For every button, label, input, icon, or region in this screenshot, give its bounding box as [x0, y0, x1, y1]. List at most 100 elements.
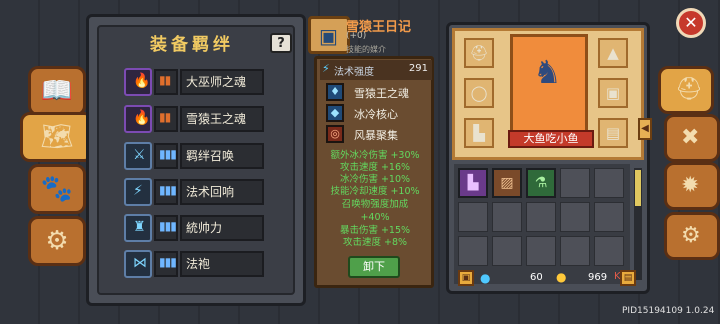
inventory-scrollbar[interactable]	[634, 168, 642, 280]
help-button[interactable]: ?	[270, 33, 292, 53]
bond-count: ▮▮▮	[159, 255, 177, 269]
map-icon: 🗺	[40, 122, 74, 152]
staff-icon: ⚔	[133, 147, 146, 163]
tab-vehicle[interactable]: ⚙	[28, 216, 86, 266]
wheel-icon: ⚙	[45, 226, 69, 256]
build-id: PID15194109 1.0.24	[622, 306, 715, 316]
book-icon: 📖	[40, 76, 74, 106]
robe-icon: ⋈	[133, 255, 147, 271]
bonus-line: 召唤物强度加成	[341, 199, 409, 210]
bond-label: 法术回响	[180, 179, 264, 205]
gem-icon: ●	[480, 271, 491, 285]
totem-icon: ♜	[133, 219, 146, 235]
bonus-line: 技能冷却速度 +10%	[330, 186, 420, 197]
bond-row[interactable]: ⋈ ▮▮▮ 法袍	[124, 250, 264, 278]
effect-label: 风暴聚集	[354, 129, 398, 142]
tab-settings[interactable]: ⚙	[664, 212, 720, 260]
diary-icon: ▣	[319, 24, 338, 48]
unequip-button[interactable]: 卸下	[348, 256, 400, 278]
helmet-tab-icon: ⛑	[675, 77, 703, 102]
inventory-item[interactable]: ⚗	[526, 168, 556, 198]
scroll-thumb[interactable]	[635, 170, 641, 206]
bond-label: 法袍	[180, 251, 264, 277]
slot-book[interactable]: ▤	[598, 118, 628, 148]
bond-label: 統帅力	[180, 215, 264, 241]
paw-icon: 🐾	[40, 174, 74, 204]
bonus-line: 暴击伤害 +15%	[339, 225, 411, 236]
tab-forge[interactable]: ✖	[664, 114, 720, 162]
crystal-icon: ◆	[326, 104, 344, 122]
inventory-item[interactable]: ▙	[458, 168, 488, 198]
gear-tab-icon: ✹	[681, 173, 700, 198]
effect-label: 雪猿王之魂	[354, 87, 409, 100]
stat-value: 291	[408, 63, 428, 74]
bond-label: 大巫师之魂	[180, 69, 264, 95]
green-potion-icon: ⚗	[534, 175, 548, 191]
slot-helmet[interactable]: ⛑	[464, 38, 494, 68]
armor-icon: ▣	[605, 84, 621, 102]
item-subtitle: 技能的媒介	[346, 45, 386, 54]
tab-equipment-bonds[interactable]: 🗺	[20, 112, 94, 162]
vortex-icon: ◎	[326, 125, 344, 143]
lock-button[interactable]: ▣	[458, 270, 474, 286]
tab-equipment[interactable]: ⛑	[658, 66, 714, 114]
bond-count: ▮▮	[159, 73, 171, 87]
bonus-line: 攻击速度 +16%	[339, 162, 411, 173]
bond-count: ▮▮▮	[159, 219, 177, 233]
bond-count: ▮▮	[159, 110, 171, 124]
bond-count: ▮▮▮	[159, 183, 177, 197]
stat-label: 法术强度	[334, 67, 374, 78]
wand-icon: ⚡	[133, 183, 143, 199]
bond-row[interactable]: 🔥 ▮▮ 大巫师之魂	[124, 68, 264, 96]
bond-row[interactable]: ♜ ▮▮▮ 統帅力	[124, 214, 264, 242]
crossed-tools-icon: ✖	[681, 125, 700, 150]
item-effect: ◎ 风暴聚集	[326, 124, 434, 146]
wand-stat-icon: ⚡	[322, 62, 330, 75]
wizard-hat-icon: ▲	[607, 44, 619, 62]
slot-hat[interactable]: ▲	[598, 38, 628, 68]
bond-count: ▮▮▮	[159, 147, 177, 161]
character-name: 大鱼吃小鱼	[508, 130, 594, 148]
trash-button[interactable]: ▤	[620, 270, 636, 286]
coin-icon: ●	[556, 270, 567, 284]
slot-boots[interactable]: ▙	[464, 118, 494, 148]
effect-label: 冰冷核心	[354, 108, 398, 121]
helmet-icon: ⛑	[469, 44, 489, 62]
tab-codex[interactable]: 📖	[28, 66, 86, 116]
bonus-line: 冰冷伤害 +10%	[339, 174, 411, 185]
coin-count: 969	[588, 272, 608, 283]
close-button[interactable]: ✕	[676, 8, 706, 38]
tab-talents[interactable]: ✹	[664, 162, 720, 210]
bonus-line: +40%	[360, 212, 390, 223]
expand-arrow[interactable]: ◀	[638, 118, 652, 140]
bond-row[interactable]: ⚔ ▮▮▮ 羁绊召唤	[124, 142, 264, 170]
gem-count: 60	[530, 272, 543, 283]
bonus-line: 额外冰冷伤害 +30%	[330, 150, 420, 161]
tab-pets[interactable]: 🐾	[28, 164, 86, 214]
bond-label: 雪猿王之魂	[180, 106, 264, 132]
boots-icon: ▙	[473, 124, 485, 142]
bond-row[interactable]: ⚡ ▮▮▮ 法术回响	[124, 178, 264, 206]
settings-icon: ⚙	[681, 223, 701, 248]
bond-label: 羁绊召唤	[180, 143, 264, 169]
bond-row[interactable]: 🔥 ▮▮ 雪猿王之魂	[124, 105, 264, 133]
item-stat: ⚡ 法术强度 291	[320, 60, 432, 80]
purple-flame-icon: 🔥	[133, 73, 151, 89]
inventory-item[interactable]: ▨	[492, 168, 522, 198]
bonus-line: 攻击速度 +8%	[342, 237, 408, 248]
ring-icon: ◯	[470, 84, 488, 102]
character-portrait: ♞	[510, 34, 588, 134]
flame-icon: ♦	[326, 83, 344, 101]
slot-ring[interactable]: ◯	[464, 78, 494, 108]
chest-icon: ▨	[500, 175, 514, 191]
item-level: (+0)	[346, 31, 367, 41]
purple-boots-icon: ▙	[467, 175, 479, 191]
slot-armor[interactable]: ▣	[598, 78, 628, 108]
knight-icon: ♞	[533, 53, 562, 91]
item-effect: ◆ 冰冷核心	[326, 103, 434, 125]
bonds-title: 装备羁绊	[150, 35, 234, 55]
book-item-icon: ▤	[605, 124, 621, 142]
item-thumbnail: ▣	[308, 16, 350, 54]
item-effect: ♦ 雪猿王之魂	[326, 82, 434, 104]
purple-flame-icon: 🔥	[133, 110, 151, 126]
